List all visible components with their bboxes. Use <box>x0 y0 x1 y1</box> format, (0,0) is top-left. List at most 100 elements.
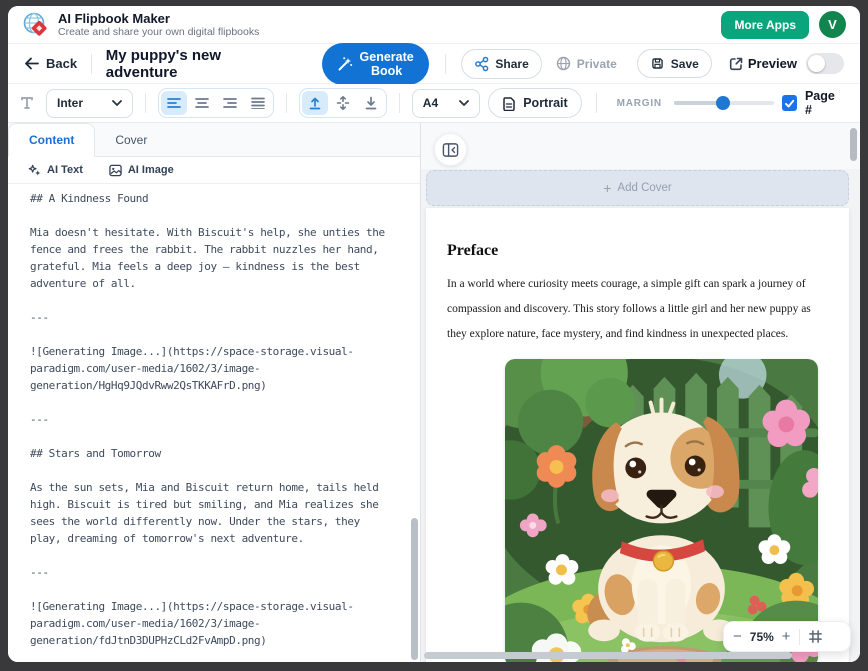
open-external-button[interactable] <box>724 52 748 76</box>
tab-cover[interactable]: Cover <box>95 123 167 156</box>
divider <box>145 93 146 113</box>
generate-book-label: Generate Book <box>360 50 414 78</box>
brand-text: AI Flipbook Maker Create and share your … <box>58 11 259 38</box>
divider <box>286 93 287 113</box>
page-size-value: A4 <box>423 96 438 110</box>
page-number-checkbox[interactable] <box>782 95 797 111</box>
ai-text-button[interactable]: AI Text <box>28 164 83 177</box>
markdown-editor[interactable]: ## A Kindness Found Mia doesn't hesitate… <box>8 184 420 662</box>
format-toolbar: Inter <box>8 84 860 123</box>
preview-top-strip <box>421 123 860 169</box>
plus-icon: + <box>603 180 611 196</box>
align-center-button[interactable] <box>189 91 215 115</box>
fit-page-button[interactable] <box>808 629 823 644</box>
app-title: AI Flipbook Maker <box>58 11 259 26</box>
generate-book-button[interactable]: Generate Book <box>322 43 429 85</box>
page-number-label: Page # <box>805 89 842 117</box>
typography-icon <box>20 96 34 110</box>
page-paragraph: In a world where curiosity meets courage… <box>447 272 828 347</box>
main-area: Content Cover AI Text AI Image ## A Kind… <box>8 123 860 662</box>
ai-image-button[interactable]: AI Image <box>109 164 174 177</box>
add-cover-label: Add Cover <box>617 182 671 194</box>
external-link-icon <box>728 56 744 72</box>
zoom-in-button[interactable]: + <box>782 629 791 644</box>
back-label: Back <box>46 56 77 71</box>
tab-content[interactable]: Content <box>8 123 95 157</box>
ai-text-label: AI Text <box>47 164 83 176</box>
app-header: AI Flipbook Maker Create and share your … <box>8 6 860 44</box>
align-justify-button[interactable] <box>245 91 271 115</box>
font-family-value: Inter <box>57 96 83 110</box>
align-justify-icon <box>251 97 265 109</box>
editor-tabbar: Content Cover <box>8 123 420 157</box>
collapse-panel-icon <box>442 142 459 158</box>
toggle-knob <box>808 55 825 72</box>
share-button[interactable]: Share <box>461 49 541 79</box>
vertical-align-group <box>299 88 387 118</box>
align-center-icon <box>195 97 209 109</box>
zoom-out-button[interactable]: − <box>733 629 742 644</box>
share-label: Share <box>495 57 528 71</box>
valign-top-icon <box>308 96 322 110</box>
chevron-down-icon <box>459 100 469 106</box>
orientation-button[interactable]: Portrait <box>488 88 581 118</box>
zoom-level: 75% <box>750 630 774 644</box>
sparkles-icon <box>28 164 41 177</box>
page-size-select[interactable]: A4 <box>412 89 480 118</box>
brand: AI Flipbook Maker Create and share your … <box>22 11 259 38</box>
share-icon <box>474 56 489 72</box>
margin-slider[interactable] <box>674 96 774 110</box>
editor-scrollbar[interactable] <box>411 518 418 660</box>
align-left-button[interactable] <box>161 91 187 115</box>
orientation-label: Portrait <box>523 96 567 110</box>
preview-panel: + Add Cover Preface In a world where cur… <box>421 123 860 662</box>
divider <box>596 93 597 113</box>
valign-top-button[interactable] <box>302 91 328 115</box>
app-logo-icon <box>22 11 49 38</box>
valign-bottom-button[interactable] <box>358 91 384 115</box>
preview-label: Preview <box>748 56 797 71</box>
slider-fill <box>674 101 722 105</box>
valign-center-icon <box>336 96 350 110</box>
page-number-group: Page # <box>782 89 848 117</box>
chevron-down-icon <box>112 100 122 106</box>
check-icon <box>784 98 795 109</box>
collapse-panel-button[interactable] <box>434 133 467 166</box>
document-icon <box>502 96 516 111</box>
book-page-preview: Preface In a world where curiosity meets… <box>426 208 849 662</box>
preview-horizontal-scrollbar[interactable] <box>424 652 792 659</box>
align-right-icon <box>223 97 237 109</box>
preview-group: Preview <box>748 53 844 74</box>
editor-panel: Content Cover AI Text AI Image ## A Kind… <box>8 123 421 662</box>
document-toolbar: Back My puppy's new adventure Generate B… <box>8 44 860 84</box>
image-icon <box>109 164 122 177</box>
add-cover-button[interactable]: + Add Cover <box>426 170 849 206</box>
zoom-controls: − 75% + <box>723 621 851 652</box>
more-apps-button[interactable]: More Apps <box>721 11 809 39</box>
private-label: Private <box>577 57 617 71</box>
document-title: My puppy's new adventure <box>106 47 236 81</box>
magic-wand-icon <box>337 56 353 72</box>
divider <box>91 54 92 74</box>
divider <box>445 54 446 74</box>
fit-grid-icon <box>808 629 823 644</box>
puppy-image <box>505 359 818 662</box>
preview-toggle[interactable] <box>806 53 844 74</box>
slider-thumb[interactable] <box>716 96 730 110</box>
save-icon <box>650 56 665 71</box>
font-family-select[interactable]: Inter <box>46 89 133 118</box>
private-button[interactable]: Private <box>550 50 623 77</box>
app-window: AI Flipbook Maker Create and share your … <box>8 6 860 662</box>
align-left-icon <box>167 97 181 109</box>
ai-image-label: AI Image <box>128 164 174 176</box>
valign-center-button[interactable] <box>330 91 356 115</box>
valign-bottom-icon <box>364 96 378 110</box>
save-button[interactable]: Save <box>637 49 712 78</box>
preview-vertical-scrollbar[interactable] <box>850 128 857 161</box>
back-button[interactable]: Back <box>24 56 77 71</box>
avatar[interactable]: V <box>819 11 846 38</box>
divider <box>799 629 800 645</box>
globe-icon <box>556 56 571 71</box>
align-right-button[interactable] <box>217 91 243 115</box>
back-arrow-icon <box>24 57 39 70</box>
